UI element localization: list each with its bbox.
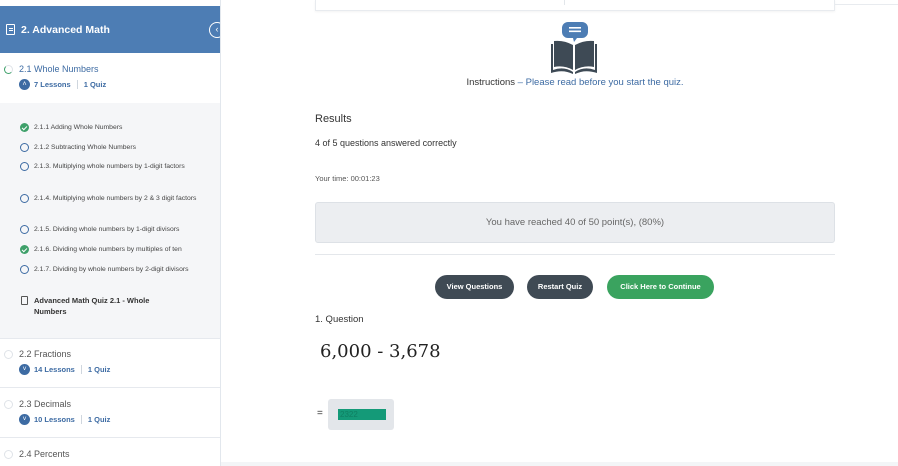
chevron-down-icon[interactable]: ˅ xyxy=(19,414,30,425)
section-divider xyxy=(0,338,220,339)
meta-divider xyxy=(80,365,82,374)
quiz-count[interactable]: 1 Quiz xyxy=(84,80,107,89)
panel-divider xyxy=(564,0,565,5)
results-summary: 4 of 5 questions answered correctly xyxy=(315,138,457,148)
chevron-up-icon[interactable]: ˄ xyxy=(19,79,30,90)
quiz-count[interactable]: 1 Quiz xyxy=(88,415,111,424)
lesson-item[interactable]: 2.1.6. Dividing whole numbers by multipl… xyxy=(20,245,210,255)
section-decimals: 2.3 Decimals ˅ 10 Lessons 1 Quiz xyxy=(0,399,220,425)
quiz-icon xyxy=(21,296,28,305)
instructions-note: – Please read before you start the quiz. xyxy=(515,77,684,88)
lesson-count[interactable]: 10 Lessons xyxy=(34,415,75,424)
section-title[interactable]: 2.4 Percents xyxy=(19,449,70,459)
section-percents: 2.4 Percents xyxy=(0,449,220,459)
lesson-count[interactable]: 14 Lessons xyxy=(34,365,75,374)
meta-divider xyxy=(76,80,78,89)
book-icon xyxy=(551,22,597,74)
answer-value: 2322 xyxy=(338,409,386,420)
section-title[interactable]: 2.2 Fractions xyxy=(19,349,71,359)
chevron-down-icon[interactable]: ˅ xyxy=(19,364,30,375)
incomplete-circle-icon xyxy=(20,143,29,152)
footer-strip xyxy=(221,462,898,466)
lesson-item[interactable]: 2.1.2 Subtracting Whole Numbers xyxy=(20,143,210,153)
lesson-item[interactable]: 2.1.7. Dividing by whole numbers by 2-di… xyxy=(20,265,210,275)
quiz-count[interactable]: 1 Quiz xyxy=(88,365,111,374)
section-progress-icon xyxy=(4,399,13,409)
lesson-list: 2.1.1 Adding Whole Numbers 2.1.2 Subtrac… xyxy=(0,103,220,338)
section-title[interactable]: 2.3 Decimals xyxy=(19,399,71,409)
section-fractions: 2.2 Fractions ˅ 14 Lessons 1 Quiz xyxy=(0,349,220,375)
lesson-label: 2.1.7. Dividing by whole numbers by 2-di… xyxy=(34,266,189,273)
lesson-count[interactable]: 7 Lessons xyxy=(34,80,71,89)
restart-quiz-button[interactable]: Restart Quiz xyxy=(527,275,593,299)
lesson-label: 2.1.6. Dividing whole numbers by multipl… xyxy=(34,246,182,253)
question-heading: 1. Question xyxy=(315,314,364,325)
quiz-time: Your time: 00:01:23 xyxy=(315,174,380,183)
lesson-item[interactable]: 2.1.4. Multiplying whole numbers by 2 & … xyxy=(20,194,210,204)
top-rule xyxy=(835,0,898,5)
quiz-label: Advanced Math Quiz 2.1 - Whole Numbers xyxy=(34,296,150,316)
equals-sign: = xyxy=(317,408,323,419)
lesson-item[interactable]: 2.1.3. Multiplying whole numbers by 1-di… xyxy=(20,162,210,172)
incomplete-circle-icon xyxy=(20,194,29,203)
section-divider xyxy=(0,437,220,438)
lesson-item[interactable]: 2.1.1 Adding Whole Numbers xyxy=(20,123,210,133)
section-title[interactable]: 2.1 Whole Numbers xyxy=(19,64,99,74)
incomplete-circle-icon xyxy=(20,225,29,234)
quiz-item[interactable]: Advanced Math Quiz 2.1 - Whole Numbers xyxy=(20,296,210,317)
section-progress-icon xyxy=(4,449,13,459)
quiz-content: Instructions – Please read before you st… xyxy=(221,0,898,466)
lesson-label: 2.1.1 Adding Whole Numbers xyxy=(34,124,123,131)
section-progress-icon xyxy=(4,64,13,74)
lesson-label: 2.1.4. Multiplying whole numbers by 2 & … xyxy=(34,195,197,202)
results-title: Results xyxy=(315,113,352,125)
complete-check-icon xyxy=(20,245,29,254)
continue-button[interactable]: Click Here to Continue xyxy=(607,275,714,299)
results-divider xyxy=(315,254,835,255)
incomplete-circle-icon xyxy=(20,265,29,274)
meta-divider xyxy=(80,415,82,424)
section-progress-icon xyxy=(4,349,13,359)
lesson-label: 2.1.5. Dividing whole numbers by 1-digit… xyxy=(34,226,180,233)
document-icon xyxy=(6,24,15,35)
course-title: 2. Advanced Math xyxy=(21,23,110,36)
answer-field[interactable]: 2322 xyxy=(328,399,394,430)
lesson-label: 2.1.3. Multiplying whole numbers by 1-di… xyxy=(34,163,185,170)
top-panel xyxy=(315,0,835,11)
question-expression: 6,000 - 3,678 xyxy=(320,341,441,362)
instructions-line: Instructions – Please read before you st… xyxy=(315,77,835,88)
section-divider xyxy=(0,387,220,388)
points-message: You have reached 40 of 50 point(s), (80%… xyxy=(315,202,835,243)
collapse-sidebar-button[interactable]: ‹ xyxy=(209,22,220,38)
instructions-label: Instructions xyxy=(466,77,516,88)
course-header[interactable]: 2. Advanced Math ‹ xyxy=(0,6,220,53)
quiz-page: 2. Advanced Math ‹ 2.1 Whole Numbers ˄ 7… xyxy=(0,0,898,466)
incomplete-circle-icon xyxy=(20,162,29,171)
lesson-item[interactable]: 2.1.5. Dividing whole numbers by 1-digit… xyxy=(20,225,210,235)
course-sidebar: 2. Advanced Math ‹ 2.1 Whole Numbers ˄ 7… xyxy=(0,0,221,466)
section-whole-numbers: 2.1 Whole Numbers ˄ 7 Lessons 1 Quiz xyxy=(0,64,220,90)
complete-check-icon xyxy=(20,123,29,132)
view-questions-button[interactable]: View Questions xyxy=(435,275,514,299)
lesson-label: 2.1.2 Subtracting Whole Numbers xyxy=(34,144,137,151)
